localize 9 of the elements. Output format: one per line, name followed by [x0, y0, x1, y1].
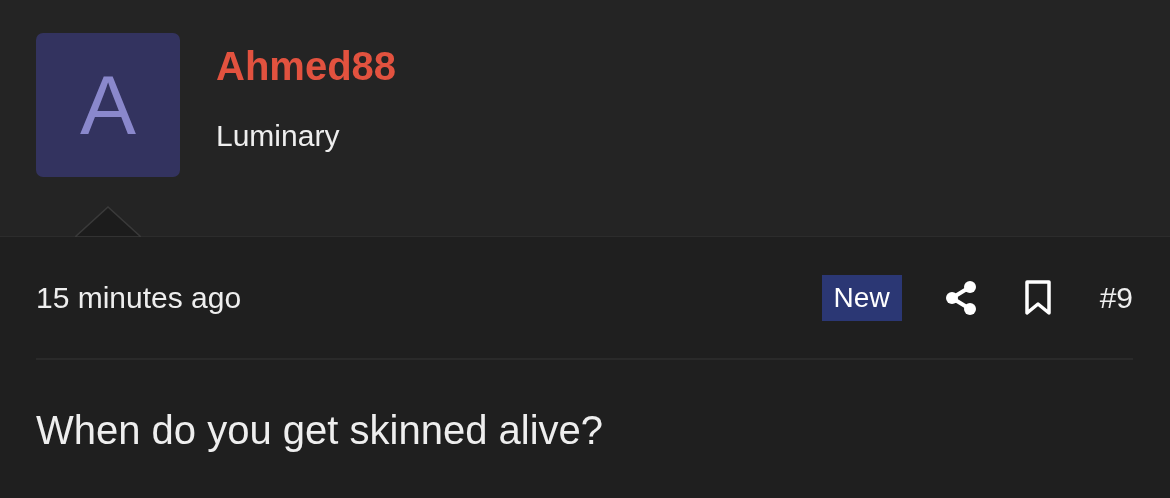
post-body: When do you get skinned alive? [36, 407, 605, 453]
username[interactable]: Ahmed88 [216, 42, 397, 90]
share-icon[interactable] [943, 279, 978, 316]
user-title: Luminary [216, 118, 341, 154]
post-time: 15 minutes ago [36, 280, 243, 315]
post-number[interactable]: #9 [1099, 280, 1133, 315]
avatar[interactable]: A [36, 33, 180, 177]
new-badge: New [821, 274, 902, 321]
bookmark-icon[interactable] [1023, 279, 1052, 316]
